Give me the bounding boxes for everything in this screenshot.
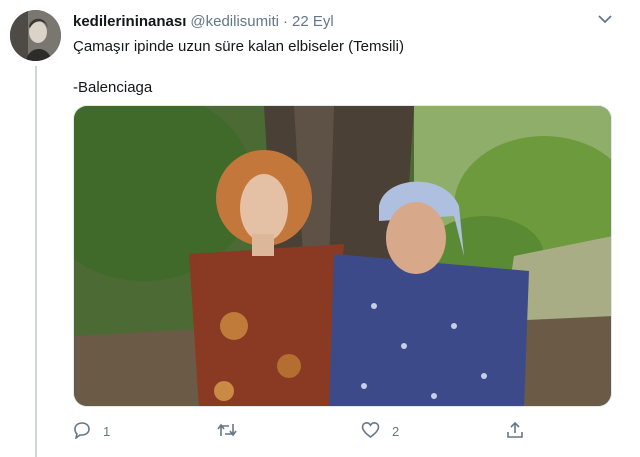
- tweet-actions: 1 2: [73, 420, 533, 442]
- display-name[interactable]: kedilerininanası: [73, 13, 186, 30]
- share-button[interactable]: [506, 420, 524, 442]
- tweet-card[interactable]: kedilerininanası @kedilisumiti · 22 Eyl Çam…: [0, 0, 640, 457]
- thread-line: [35, 66, 37, 457]
- user-handle[interactable]: @kedilisumiti: [190, 13, 279, 30]
- reply-button[interactable]: 1: [73, 420, 110, 442]
- heart-icon: [361, 421, 380, 442]
- share-icon: [506, 421, 524, 442]
- tweet-text-line-2: -Balenciaga: [73, 79, 153, 96]
- retweet-icon: [216, 421, 238, 442]
- like-button[interactable]: 2: [361, 420, 399, 442]
- chevron-down-icon[interactable]: [596, 12, 614, 26]
- retweet-button[interactable]: [216, 420, 238, 442]
- separator-dot: ·: [282, 13, 288, 30]
- like-count: 2: [392, 423, 400, 439]
- reply-icon: [73, 421, 91, 442]
- tweet-photo[interactable]: [73, 105, 612, 407]
- timestamp[interactable]: 22 Eyl: [292, 13, 334, 30]
- tweet-text-line-1: Çamaşır ipinde uzun süre kalan elbiseler…: [73, 38, 404, 55]
- reply-count: 1: [103, 423, 111, 439]
- avatar[interactable]: [10, 10, 61, 61]
- tweet-header: kedilerininanası @kedilisumiti · 22 Eyl: [73, 13, 334, 30]
